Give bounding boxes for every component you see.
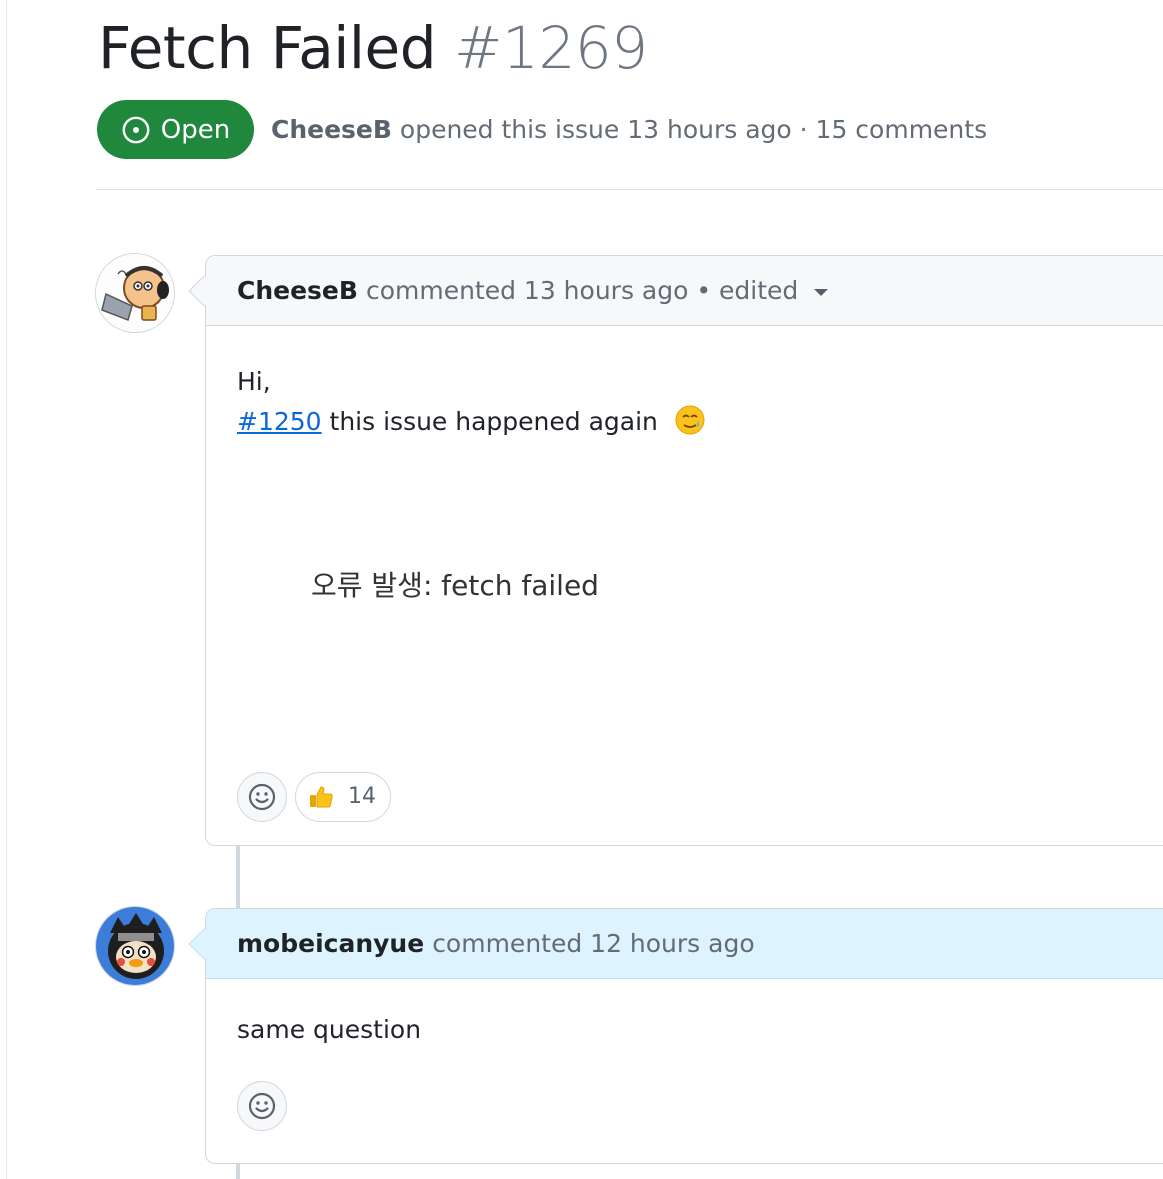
issue-opened-icon	[122, 116, 150, 143]
comment-1-author[interactable]: CheeseB	[237, 276, 358, 305]
add-reaction-button[interactable]	[237, 772, 287, 822]
comment-2-header: mobeicanyue commented 12 hours ago	[188, 909, 1163, 979]
issue-title: Fetch Failed #1269	[98, 8, 648, 88]
avatar-cheeseb[interactable]	[95, 253, 175, 333]
comment-1-pointer	[188, 275, 220, 307]
comment-1-line2-text: this issue happened again	[329, 407, 658, 436]
issue-meta-detail: opened this issue 13 hours ago · 15 comm…	[399, 115, 988, 144]
add-reaction-button[interactable]	[237, 1081, 287, 1131]
comment-2-meta: commented 12 hours ago	[432, 929, 755, 958]
left-border	[6, 0, 7, 1179]
avatar-mobeicanyue[interactable]	[95, 906, 175, 986]
thumbs-up-icon	[310, 786, 333, 808]
issue-meta: Open CheeseB opened this issue 13 hours …	[97, 100, 987, 159]
state-badge[interactable]: Open	[97, 100, 254, 159]
thumbs-up-count: 14	[348, 784, 376, 809]
comment-1-reactions: 14	[237, 772, 1153, 822]
comment-2: mobeicanyue commented 12 hours ago same …	[188, 908, 1163, 1164]
cheeseb-avatar-image	[96, 254, 174, 332]
issue-meta-text: CheeseB opened this issue 13 hours ago ·…	[271, 115, 987, 144]
issue-reference-link[interactable]: #1250	[237, 407, 322, 436]
issue-title-text: Fetch Failed	[98, 14, 437, 82]
header-divider	[96, 189, 1163, 190]
comment-2-pointer	[188, 928, 220, 960]
issue-author-link[interactable]: CheeseB	[271, 115, 392, 144]
smiley-icon	[248, 783, 276, 811]
comment-2-reactions	[237, 1081, 1153, 1131]
comment-1-line2: #1250 this issue happened again	[237, 402, 1153, 442]
mobeicanyue-avatar-image	[96, 907, 174, 985]
smiling-face-with-tear-icon	[675, 405, 705, 435]
issue-page: Fetch Failed #1269 Open CheeseB opened t…	[0, 0, 1163, 1179]
timeline-connector-1	[236, 846, 240, 908]
comment-2-author[interactable]: mobeicanyue	[237, 929, 424, 958]
comment-1-meta: commented 13 hours ago • edited	[365, 276, 799, 305]
comment-1-header: CheeseB commented 13 hours ago • edited	[188, 256, 1163, 326]
comment-2-body: same question	[206, 979, 1163, 1131]
state-label: Open	[160, 114, 231, 145]
error-screenshot: 오류 발생: fetch failed	[311, 569, 599, 602]
comment-1-line1: Hi,	[237, 367, 271, 396]
smiley-icon	[248, 1092, 276, 1120]
issue-number: #1269	[453, 14, 648, 82]
caret-down-icon[interactable]	[814, 289, 829, 296]
timeline-connector-2	[236, 1164, 240, 1179]
comment-1-body: Hi, #1250 this issue happened again 오류 발…	[206, 326, 1163, 822]
comment-1: CheeseB commented 13 hours ago • edited …	[188, 255, 1163, 846]
comment-2-text: same question	[237, 1015, 422, 1044]
thumbs-up-reaction[interactable]: 14	[295, 772, 391, 822]
